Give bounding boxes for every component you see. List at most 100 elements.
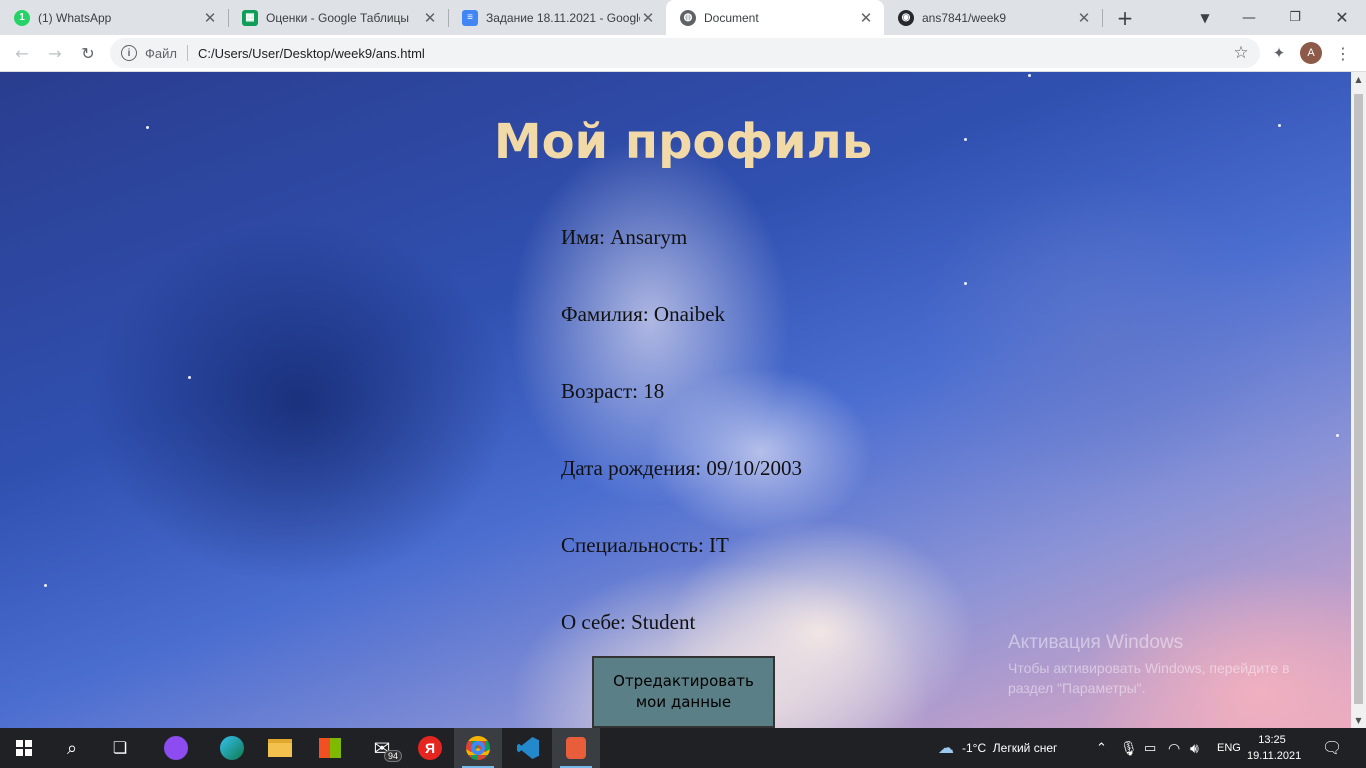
taskbar-edge[interactable]: [208, 728, 256, 768]
address-bar[interactable]: i Файл C:/Users/User/Desktop/week9/ans.h…: [110, 38, 1260, 68]
minimize-icon: —: [1242, 9, 1256, 26]
microphone-indicator[interactable]: 🎙︎: [1120, 728, 1138, 768]
battery-icon: ▭: [1144, 740, 1157, 755]
chevron-up-icon: ⌃: [1096, 740, 1107, 755]
windows-taskbar: ⌕ ❏ ✉ 94 Я ☁ -1°C Легкий снег ⌃ 🎙︎ ▭ ◠ 🔊︎…: [0, 728, 1366, 768]
restore-icon: ❐: [1289, 10, 1301, 25]
profile-avatar[interactable]: A: [1300, 42, 1322, 64]
taskbar-file-explorer[interactable]: [256, 728, 304, 768]
browser-toolbar: ← → ↻ i Файл C:/Users/User/Desktop/week9…: [0, 35, 1366, 72]
vscode-icon: [517, 737, 539, 759]
network-indicator[interactable]: ◠: [1168, 728, 1180, 768]
edit-profile-button[interactable]: Отредактировать мои данные: [592, 656, 775, 728]
battery-indicator[interactable]: ▭: [1144, 728, 1156, 768]
weather-text: -1°C Легкий снег: [962, 741, 1058, 755]
whatsapp-icon: 1: [14, 9, 30, 26]
profile-field-name: Имя: Ansarym: [561, 225, 688, 249]
taskbar-chrome[interactable]: [454, 728, 502, 768]
chrome-icon: [466, 736, 490, 760]
microphone-icon: 🎙︎: [1120, 739, 1138, 756]
address-url[interactable]: C:/Users/User/Desktop/week9/ans.html: [198, 46, 1228, 61]
volume-icon: 🔊︎: [1190, 739, 1199, 756]
notifications-button[interactable]: 🗨︎: [1322, 728, 1342, 768]
taskbar-store[interactable]: [306, 728, 354, 768]
browser-tab-strip: 1 (1) WhatsApp ✕ ▦ Оценки - Google Табли…: [0, 0, 1366, 35]
tab-whatsapp[interactable]: 1 (1) WhatsApp ✕: [0, 0, 228, 35]
tab-google-docs[interactable]: ≡ Задание 18.11.2021 - Google ✕: [448, 0, 666, 35]
search-icon: ⌕: [66, 737, 78, 758]
puzzle-icon: ✦: [1272, 44, 1286, 62]
globe-icon: ◍: [680, 9, 696, 26]
task-view-icon: ❏: [112, 740, 128, 757]
forward-button[interactable]: →: [42, 40, 68, 66]
google-sheets-icon: ▦: [242, 9, 258, 26]
plus-icon: +: [1116, 5, 1134, 30]
profile-field-birthdate: Дата рождения: 09/10/2003: [561, 456, 802, 480]
clock[interactable]: 13:25 19.11.2021: [1247, 732, 1302, 764]
close-icon[interactable]: ✕: [1076, 9, 1092, 27]
close-icon[interactable]: ✕: [640, 9, 656, 27]
browser-menu-button[interactable]: ⋮: [1330, 40, 1356, 66]
page-scrollbar[interactable]: ▲ ▼: [1351, 72, 1366, 728]
new-tab-button[interactable]: +: [1110, 0, 1140, 35]
bookmark-star-icon[interactable]: ☆: [1228, 43, 1254, 63]
yandex-icon: Я: [418, 736, 442, 760]
page-title: Мой профиль: [493, 114, 873, 170]
task-view-button[interactable]: ❏: [96, 728, 144, 768]
chevron-down-icon: ▼: [1200, 10, 1210, 25]
windows-activation-watermark: Активация Windows Чтобы активировать Win…: [1008, 632, 1328, 698]
tab-separator: [1102, 9, 1103, 27]
taskbar-alice[interactable]: [152, 728, 200, 768]
google-docs-icon: ≡: [462, 9, 478, 26]
tray-overflow-button[interactable]: ⌃: [1096, 728, 1107, 768]
profile-field-surname: Фамилия: Onaibek: [561, 302, 726, 326]
close-icon[interactable]: ✕: [422, 9, 438, 27]
scrollbar-thumb[interactable]: [1354, 94, 1363, 704]
extensions-button[interactable]: ✦: [1266, 40, 1292, 66]
taskbar-yandex[interactable]: Я: [406, 728, 454, 768]
sky-star: [1028, 74, 1031, 77]
tab-search-button[interactable]: ▼: [1192, 0, 1218, 35]
weather-snow-icon: ☁: [938, 740, 954, 757]
mail-badge: 94: [383, 750, 402, 762]
tab-title: (1) WhatsApp: [38, 10, 112, 25]
minimize-button[interactable]: —: [1226, 0, 1272, 35]
profile-field-age: Возраст: 18: [561, 379, 665, 403]
restore-button[interactable]: ❐: [1272, 0, 1318, 35]
more-vertical-icon: ⋮: [1335, 43, 1351, 63]
profile-field-specialty: Специальность: IT: [561, 533, 729, 557]
profile-field-about: О себе: Student: [561, 610, 696, 634]
close-icon[interactable]: ✕: [202, 9, 218, 27]
sky-star: [1336, 434, 1339, 437]
taskbar-mail[interactable]: ✉ 94: [358, 728, 406, 768]
sky-star: [188, 376, 191, 379]
taskbar-vscode[interactable]: [504, 728, 552, 768]
page-viewport: Мой профиль Имя: Ansarym Фамилия: Onaibe…: [0, 72, 1366, 728]
notification-icon: 🗨︎: [1322, 740, 1343, 757]
reload-icon: ↻: [81, 43, 95, 63]
tab-document[interactable]: ◍ Document ✕: [666, 0, 884, 35]
tab-title: Document: [704, 10, 759, 25]
watermark-heading: Активация Windows: [1008, 632, 1184, 653]
tab-github[interactable]: ◉ ans7841/week9 ✕: [884, 0, 1102, 35]
taskbar-paint[interactable]: [552, 728, 600, 768]
scroll-up-icon[interactable]: ▲: [1351, 72, 1366, 87]
back-button[interactable]: ←: [9, 40, 35, 66]
tab-google-sheets[interactable]: ▦ Оценки - Google Таблицы ✕: [228, 0, 448, 35]
close-icon[interactable]: ✕: [858, 9, 874, 27]
volume-indicator[interactable]: 🔊︎: [1190, 728, 1199, 768]
start-button[interactable]: [0, 728, 48, 768]
language-indicator[interactable]: ENG: [1217, 728, 1241, 768]
edge-icon: [220, 736, 244, 760]
arrow-left-icon: ←: [15, 43, 29, 63]
address-scheme-chip[interactable]: Файл: [145, 46, 177, 61]
arrow-right-icon: →: [48, 43, 62, 63]
info-icon[interactable]: i: [121, 45, 137, 61]
windows-logo-icon: [16, 740, 32, 756]
search-button[interactable]: ⌕: [48, 728, 96, 768]
scroll-down-icon[interactable]: ▼: [1351, 713, 1366, 728]
window-close-button[interactable]: ✕: [1318, 0, 1366, 35]
clock-date: 19.11.2021: [1247, 750, 1302, 762]
weather-widget[interactable]: ☁ -1°C Легкий снег: [938, 728, 1057, 768]
reload-button[interactable]: ↻: [75, 40, 101, 66]
